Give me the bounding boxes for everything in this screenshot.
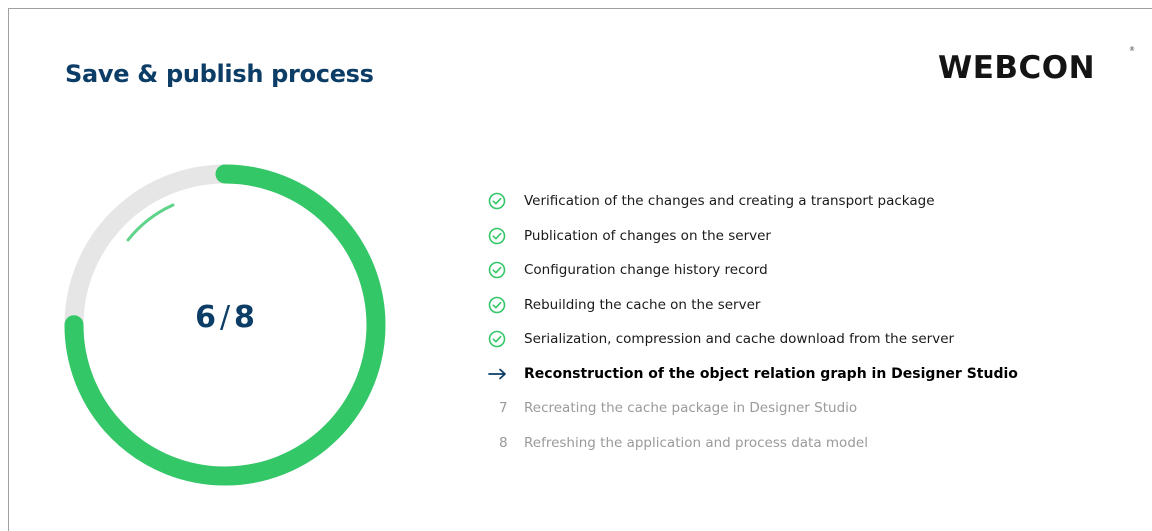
step-item: Configuration change history record [488,253,1138,288]
progress-counter: 6/8 [60,300,390,335]
step-item: 7 Recreating the cache package in Design… [488,391,1138,426]
step-label: Serialization, compression and cache dow… [524,331,955,348]
progress-separator: / [219,300,231,335]
step-item: Serialization, compression and cache dow… [488,322,1138,357]
step-number: 8 [499,434,508,451]
step-list: Verification of the changes and creating… [488,184,1138,460]
check-circle-icon [488,261,506,279]
step-label: Configuration change history record [524,262,768,279]
arrow-right-icon [488,368,506,380]
logo-registered-mark: ® [1129,46,1136,53]
step-item-current: Reconstruction of the object relation gr… [488,357,1138,392]
logo-text: WEBCON [938,50,1096,86]
step-item: Rebuilding the cache on the server [488,288,1138,323]
step-item: Verification of the changes and creating… [488,184,1138,219]
step-number: 7 [499,400,508,417]
page-title: Save & publish process [65,60,374,88]
progress-current: 6 [195,300,216,335]
step-item: Publication of changes on the server [488,219,1138,254]
step-label: Reconstruction of the object relation gr… [524,365,1018,382]
check-circle-icon [488,192,506,210]
check-circle-icon [488,296,506,314]
step-label: Rebuilding the cache on the server [524,296,761,313]
progress-total: 8 [234,300,255,335]
step-label: Refreshing the application and process d… [524,434,868,451]
step-label: Publication of changes on the server [524,227,771,244]
webcon-logo: WEBCON ® [938,46,1135,90]
check-circle-icon [488,330,506,348]
step-label: Verification of the changes and creating… [524,193,935,210]
check-circle-icon [488,227,506,245]
step-item: 8 Refreshing the application and process… [488,426,1138,461]
step-label: Recreating the cache package in Designer… [524,400,858,417]
